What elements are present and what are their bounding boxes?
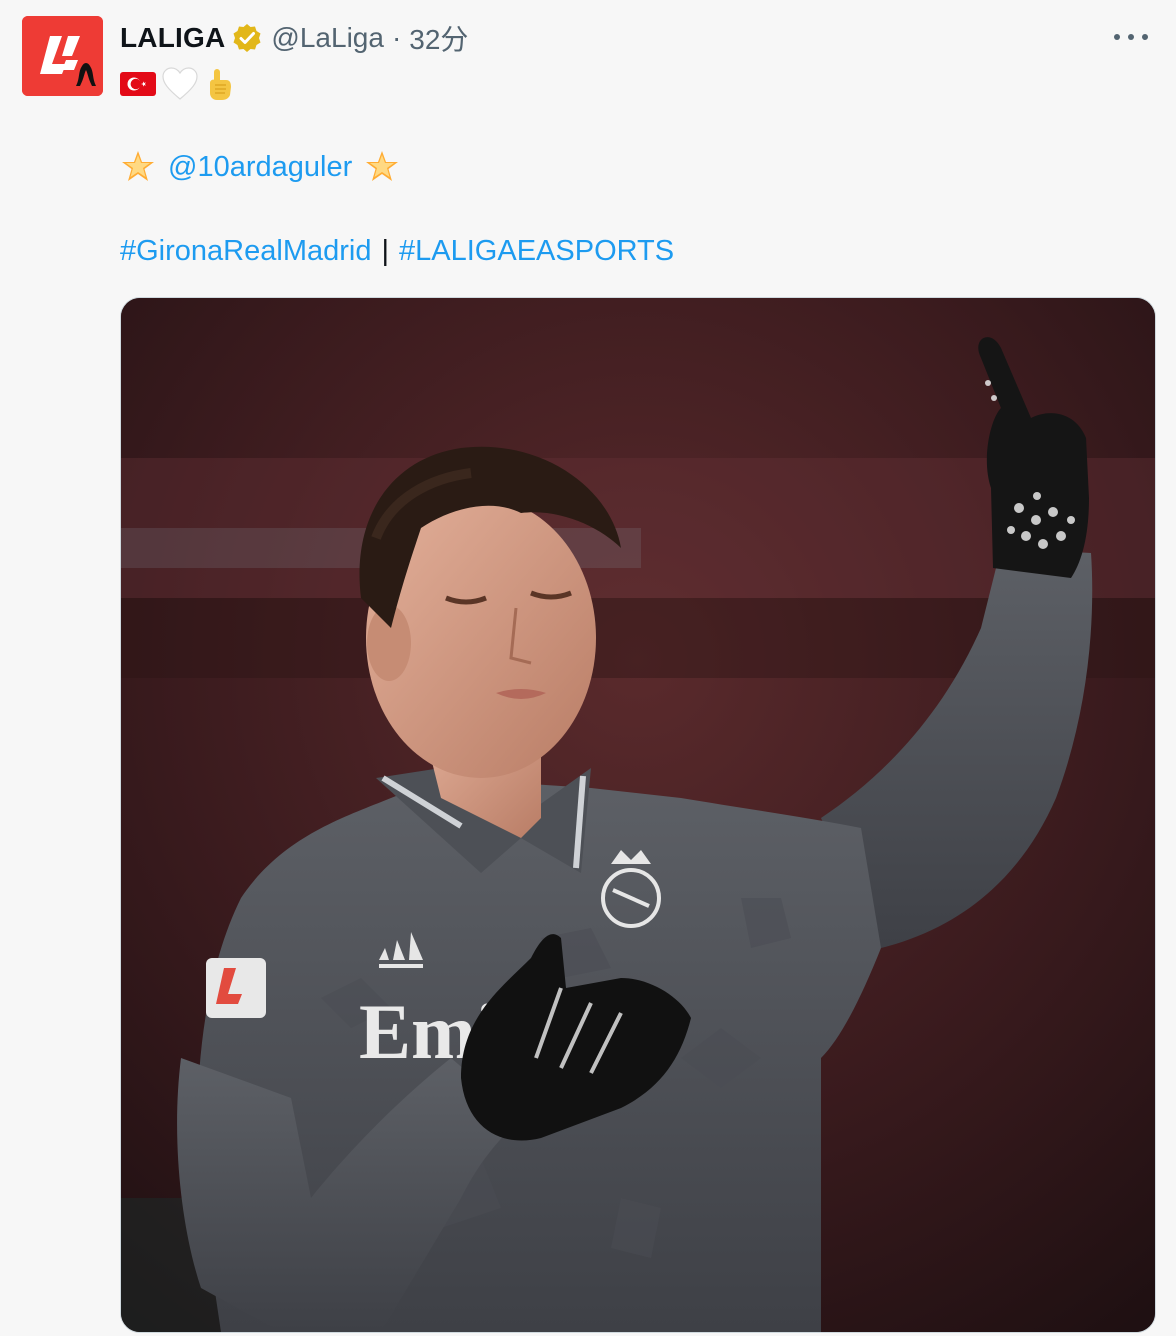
timestamp[interactable]: 32分 [409,18,468,58]
white-heart-emoji [162,66,198,106]
turkey-flag-emoji [120,71,156,101]
header-separator: · [391,22,402,53]
hashtag-link[interactable]: #GironaRealMadrid [120,235,371,268]
user-mention-link[interactable]: @10ardaguler [168,151,352,184]
hashtag-separator: | [381,234,390,267]
hashtag-link[interactable]: #LALIGAEASPORTS [399,235,674,268]
mention-line: @10ardaguler [120,146,400,188]
more-dot-icon [1114,34,1120,40]
emoji-line [120,66,240,106]
tweet-media-photo[interactable]: Emi [120,297,1156,1333]
player-photo-illustration: Emi [121,298,1155,1332]
more-dot-icon [1128,34,1134,40]
tweet-card[interactable]: LALIGA @LaLiga · 32分 @10ardaguler #Giron… [0,0,1176,1336]
hashtag-line: #GironaRealMadrid | #LALIGAEASPORTS [120,230,674,272]
laliga-logo-icon [22,16,103,96]
more-dot-icon [1142,34,1148,40]
verified-badge-icon[interactable] [231,22,263,54]
user-handle[interactable]: @LaLiga [271,22,384,54]
avatar[interactable] [22,16,103,96]
pointing-up-emoji [204,67,234,106]
display-name[interactable]: LALIGA [120,22,225,54]
tweet-header: LALIGA @LaLiga · 32分 [120,18,468,58]
star-emoji [122,151,154,181]
more-options-button[interactable] [1114,22,1148,52]
star-emoji [366,151,399,181]
